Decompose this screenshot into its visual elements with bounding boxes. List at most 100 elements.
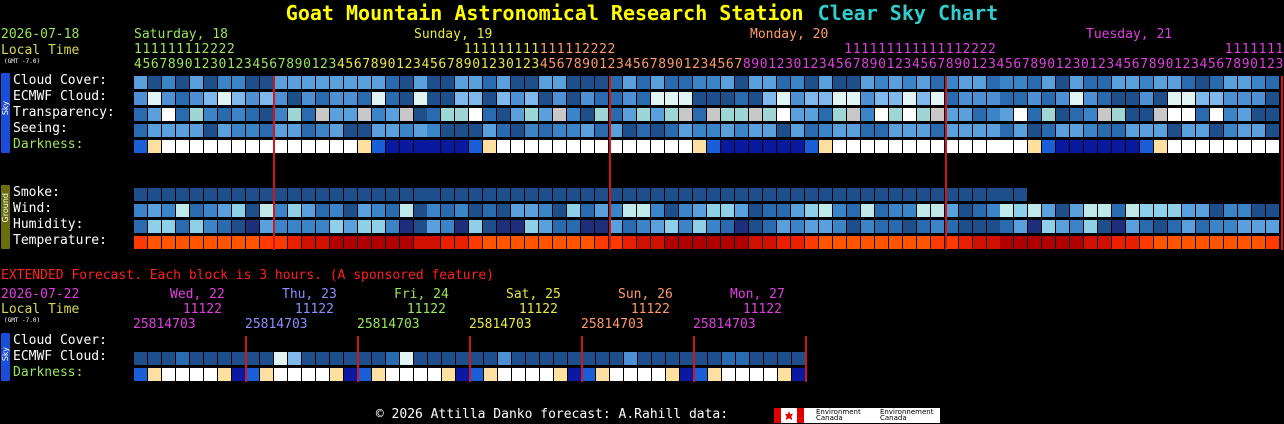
ext-ecmwf-cell <box>176 352 189 365</box>
cloud-cell <box>861 76 874 89</box>
sky-tab[interactable]: Sky <box>1 73 10 153</box>
midnight-divider <box>609 76 611 250</box>
smoke-cell <box>917 188 930 201</box>
row-label-smoke[interactable]: Smoke: <box>13 185 60 201</box>
hour-digit: 9 <box>582 57 590 72</box>
hour-digit: 8 <box>1148 57 1157 72</box>
humid-cell <box>316 220 329 233</box>
chart-title-link[interactable]: Clear Sky Chart <box>818 1 999 25</box>
ecmwf-cell <box>344 92 357 105</box>
humid-cell <box>707 220 720 233</box>
wind-cell <box>386 204 399 217</box>
humid-cell <box>134 220 147 233</box>
hour-digit: 3 <box>328 57 337 72</box>
ext-darkness-cell <box>330 368 343 381</box>
temp-cell <box>455 236 468 249</box>
seeing-cell <box>344 124 357 137</box>
hour-digit: 4 <box>336 57 345 72</box>
hour-digit: 5 <box>548 57 557 72</box>
ext-darkness-cell <box>442 368 455 381</box>
row-label-wind[interactable]: Wind: <box>13 201 52 217</box>
temp-cell <box>637 236 650 249</box>
temp-cell <box>1154 236 1167 249</box>
seeing-cell <box>1126 124 1139 137</box>
ext-row-label-cloud[interactable]: Cloud Cover: <box>13 333 107 349</box>
darkness-cell <box>1266 140 1279 153</box>
row-label-humidity[interactable]: Humidity: <box>13 217 83 233</box>
hour-digit: 9 <box>176 57 185 72</box>
temp-cell <box>1056 236 1069 249</box>
cloud-cell <box>1252 76 1265 89</box>
wind-cell <box>1238 204 1251 217</box>
seeing-cell <box>805 124 818 137</box>
hour-digit: 7 <box>446 57 455 72</box>
wind-cell <box>511 204 524 217</box>
transp-cell <box>344 108 357 121</box>
darkness-cell <box>1182 140 1195 153</box>
ext-darkness-cell <box>526 368 539 381</box>
row-label-ecmwf-cloud[interactable]: ECMWF Cloud: <box>13 89 107 105</box>
ext-row-label-darkness[interactable]: Darkness: <box>13 365 83 381</box>
ecmwf-cell <box>1056 92 1069 105</box>
humid-cell <box>190 220 203 233</box>
hour-digit: 0 <box>759 57 768 72</box>
hour-digit: 5 <box>835 57 844 72</box>
cloud-cell <box>372 76 385 89</box>
smoke-cell <box>218 188 231 201</box>
row-label-seeing[interactable]: Seeing: <box>13 121 68 137</box>
wind-cell <box>1252 204 1265 217</box>
darkness-cell <box>204 140 217 153</box>
seeing-cell <box>581 124 594 137</box>
smoke-cell <box>302 188 315 201</box>
extended-local-time: Local Time <box>1 302 80 317</box>
wind-cell <box>1196 204 1209 217</box>
hour-tens-digit: 1 <box>489 42 497 57</box>
row-label-darkness[interactable]: Darkness: <box>13 137 83 153</box>
ext-row-label-ecmwf[interactable]: ECMWF Cloud: <box>13 349 107 365</box>
cloud-cell <box>637 76 650 89</box>
temp-cell <box>903 236 916 249</box>
smoke-cell <box>987 188 1000 201</box>
smoke-cell <box>162 188 175 201</box>
hour-digit: 5 <box>717 57 726 72</box>
transp-cell <box>246 108 259 121</box>
seeing-cell <box>1042 124 1055 137</box>
wind-cell <box>721 204 734 217</box>
hour-digit: 1 <box>1055 57 1064 72</box>
row-label-temperature[interactable]: Temperature: <box>13 233 107 249</box>
ecmwf-cell <box>1196 92 1209 105</box>
row-label-transparency[interactable]: Transparency: <box>13 105 115 121</box>
transp-cell <box>679 108 692 121</box>
smoke-cell <box>414 188 427 201</box>
smoke-cell <box>735 188 748 201</box>
hour-digit: 6 <box>641 57 650 72</box>
ext-ecmwf-cell <box>596 352 609 365</box>
transp-cell <box>414 108 427 121</box>
environment-canada-logo[interactable]: Environment Canada Environnement Canada <box>774 408 940 423</box>
ecmwf-cell <box>567 92 580 105</box>
row-label-cloud-cover[interactable]: Cloud Cover: <box>13 73 107 89</box>
temp-cell <box>190 236 203 249</box>
ext-day-divider <box>581 336 583 382</box>
transp-cell <box>1070 108 1083 121</box>
ecmwf-cell <box>987 92 1000 105</box>
darkness-cell <box>1210 140 1223 153</box>
temp-cell <box>204 236 217 249</box>
transp-cell <box>763 108 776 121</box>
transp-cell <box>358 108 371 121</box>
transp-cell <box>595 108 608 121</box>
local-time-label: Local Time <box>1 43 80 58</box>
ground-tab[interactable]: Ground <box>1 185 10 249</box>
smoke-cell <box>330 188 343 201</box>
extended-sky-tab[interactable]: Sky <box>1 333 10 381</box>
wind-cell <box>861 204 874 217</box>
smoke-cell <box>232 188 245 201</box>
cloud-cell <box>525 76 538 89</box>
hour-digit: 2 <box>1097 57 1106 72</box>
hour-digit: 5 <box>345 57 354 72</box>
cloud-cell <box>427 76 440 89</box>
cloud-cell <box>441 76 454 89</box>
ext-ecmwf-cell <box>442 352 455 365</box>
hour-digit: 2 <box>895 57 903 72</box>
seeing-cell <box>1224 124 1237 137</box>
